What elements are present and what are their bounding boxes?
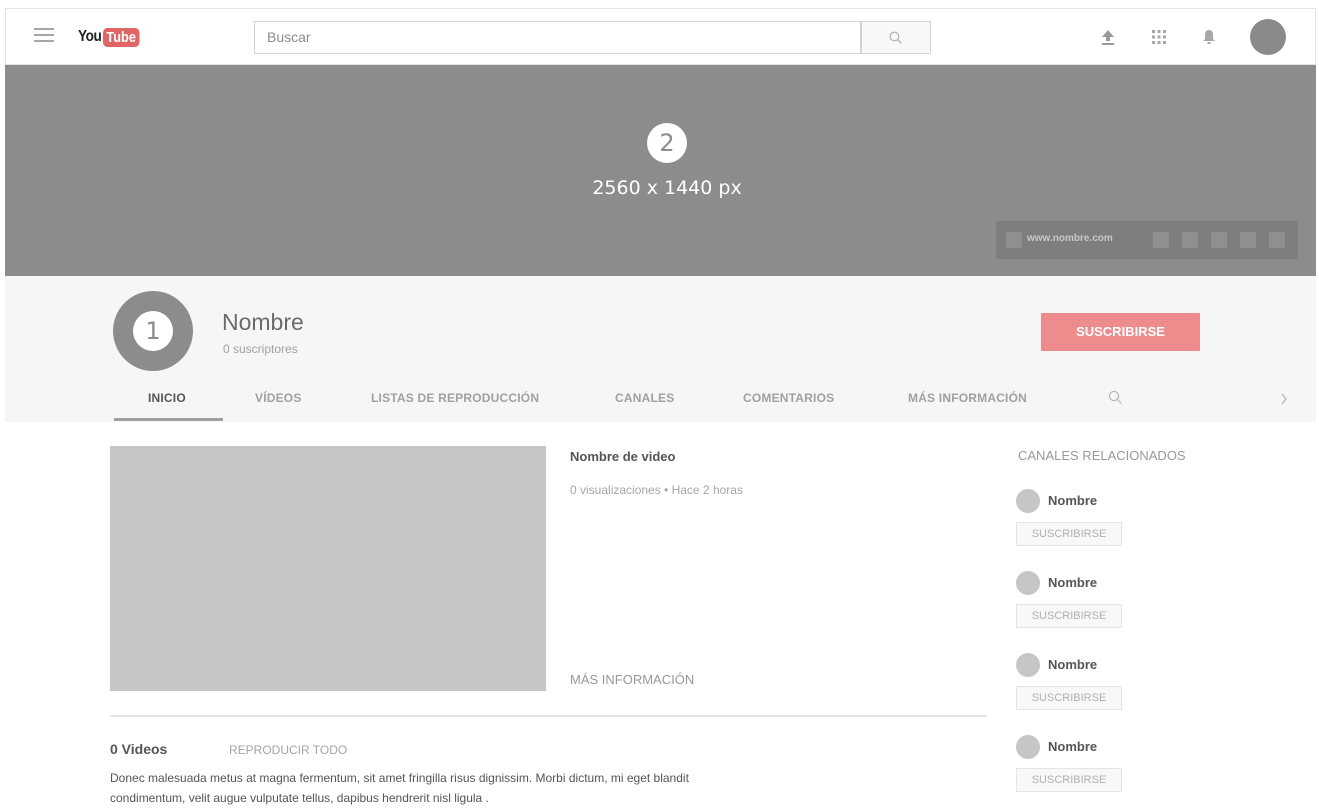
tab-comments[interactable]: COMENTARIOS: [743, 391, 834, 405]
tabs-scroll-right[interactable]: [1280, 392, 1288, 410]
social-link-icon[interactable]: [1153, 232, 1169, 248]
apps-icon: [1152, 30, 1166, 44]
banner-number-badge: 2: [647, 123, 687, 163]
channel-banner: 2 2560 x 1440 px www.nombre.com: [5, 65, 1316, 276]
menu-icon[interactable]: [34, 28, 54, 44]
related-channel-avatar[interactable]: [1016, 653, 1040, 677]
search-icon: [889, 31, 902, 44]
related-subscribe-button[interactable]: SUSCRIBIRSE: [1016, 768, 1122, 792]
social-link-icon[interactable]: [1269, 232, 1285, 248]
related-channel-name[interactable]: Nombre: [1048, 739, 1097, 754]
subscriber-count: 0 suscriptores: [223, 342, 298, 356]
youtube-logo[interactable]: You Tube: [78, 26, 145, 48]
search-icon: [1108, 390, 1122, 404]
tab-about[interactable]: MÁS INFORMACIÓN: [908, 391, 1027, 405]
avatar-number-badge: 1: [133, 311, 173, 351]
related-channel-avatar[interactable]: [1016, 489, 1040, 513]
apps-button[interactable]: [1147, 25, 1171, 49]
videos-count[interactable]: 0 Videos: [110, 741, 167, 757]
logo-you-text: You: [78, 28, 102, 45]
related-channels-title: CANALES RELACIONADOS: [1018, 448, 1186, 463]
section-description: Donec malesuada metus at magna fermentum…: [110, 771, 689, 805]
account-avatar[interactable]: [1250, 19, 1286, 55]
bell-icon: [1203, 30, 1215, 44]
featured-video-thumbnail[interactable]: [110, 446, 546, 691]
social-link-icon[interactable]: [1182, 232, 1198, 248]
social-link-icon[interactable]: [1240, 232, 1256, 248]
play-all-link[interactable]: REPRODUCIR TODO: [229, 743, 347, 757]
channel-name: Nombre: [222, 309, 304, 335]
related-subscribe-button[interactable]: SUSCRIBIRSE: [1016, 522, 1122, 546]
channel-header: 1 Nombre 0 suscriptores SUSCRIBIRSE INIC…: [5, 276, 1316, 422]
related-subscribe-button[interactable]: SUSCRIBIRSE: [1016, 604, 1122, 628]
featured-video-title[interactable]: Nombre de video: [570, 449, 675, 464]
banner-links-bar: www.nombre.com: [996, 221, 1298, 259]
banner-size-label: 2560 x 1440 px: [592, 177, 742, 199]
channel-search-button[interactable]: [1108, 390, 1123, 410]
search-input[interactable]: Buscar: [254, 21, 861, 54]
search-button[interactable]: [861, 21, 931, 54]
related-channel-avatar[interactable]: [1016, 571, 1040, 595]
related-subscribe-button[interactable]: SUSCRIBIRSE: [1016, 686, 1122, 710]
active-tab-indicator: [114, 418, 223, 421]
notifications-button[interactable]: [1197, 25, 1221, 49]
website-link-icon: [1006, 232, 1022, 248]
featured-video-meta: 0 visualizaciones • Hace 2 horas: [570, 483, 743, 497]
related-channel-name[interactable]: Nombre: [1048, 493, 1097, 508]
social-link-icon[interactable]: [1211, 232, 1227, 248]
chevron-right-icon: [1281, 393, 1287, 405]
subscribe-button[interactable]: SUSCRIBIRSE: [1041, 313, 1200, 351]
tab-inicio[interactable]: INICIO: [148, 391, 186, 405]
related-channel-name[interactable]: Nombre: [1048, 657, 1097, 672]
tab-videos[interactable]: VÍDEOS: [255, 391, 302, 405]
featured-video-more-info[interactable]: MÁS INFORMACIÓN: [570, 672, 694, 687]
upload-button[interactable]: [1096, 25, 1120, 49]
tab-channels[interactable]: CANALES: [615, 391, 674, 405]
related-channel-avatar[interactable]: [1016, 735, 1040, 759]
website-link[interactable]: www.nombre.com: [1027, 233, 1113, 244]
tab-playlists[interactable]: LISTAS DE REPRODUCCIÓN: [371, 391, 539, 405]
upload-icon: [1102, 30, 1114, 45]
section-divider: [110, 715, 987, 717]
related-channel-name[interactable]: Nombre: [1048, 575, 1097, 590]
logo-tube-text: Tube: [102, 27, 139, 47]
top-bar: You Tube Buscar: [5, 8, 1316, 65]
